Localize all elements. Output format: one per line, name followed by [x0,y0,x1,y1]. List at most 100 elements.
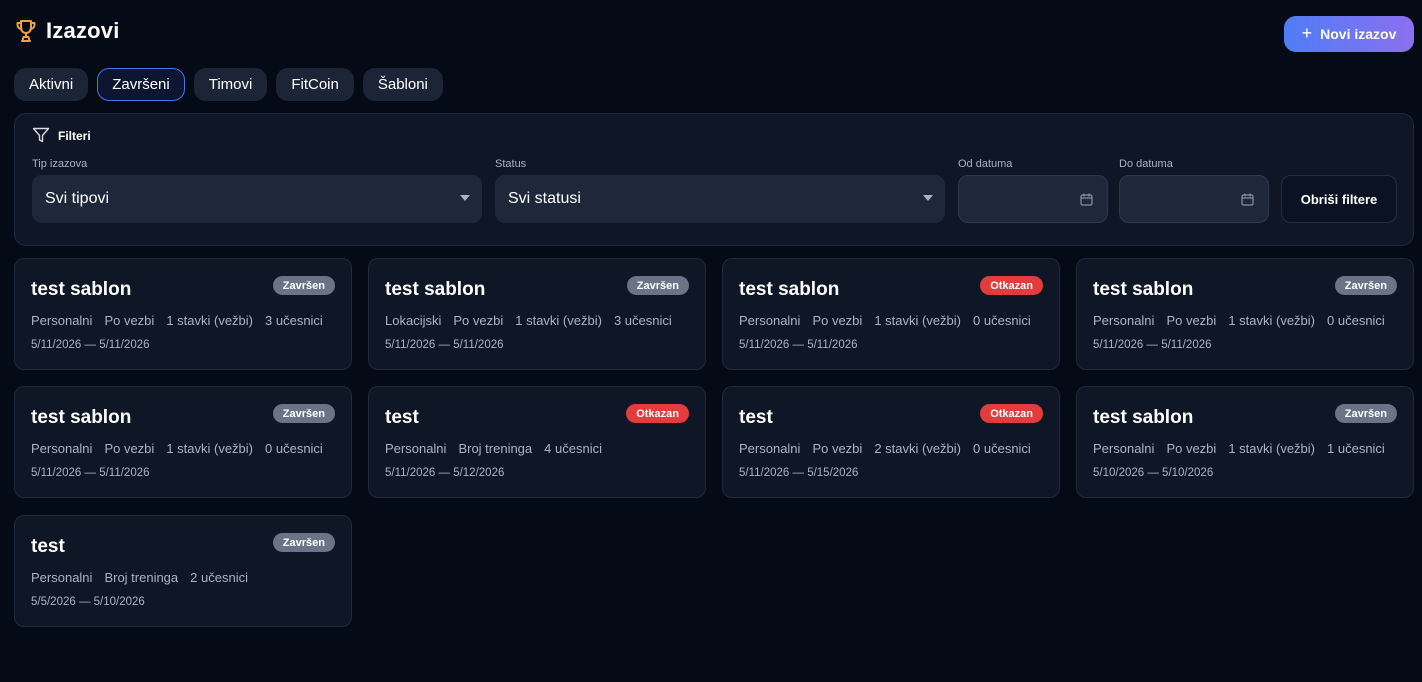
status-badge: Završen [272,533,335,552]
meta-item: 0 učesnici [973,441,1031,456]
status-badge: Završen [272,404,335,423]
card-date-range: 5/11/2026 — 5/11/2026 [1093,339,1212,351]
meta-item: 3 učesnici [265,313,323,328]
tab-sabloni[interactable]: Šabloni [362,68,443,101]
status-badge: Završen [1334,276,1397,295]
card-title: test [739,407,773,428]
card-date-range: 5/11/2026 — 5/11/2026 [31,467,150,479]
status-select-value: Svi statusi [508,190,581,207]
meta-item: 2 učesnici [190,570,248,585]
tab-aktivni[interactable]: Aktivni [14,68,89,101]
meta-item: Broj treninga [104,570,179,585]
card-meta: Personalni Po vezbi 2 stavki (vežbi) 0 učes… [739,441,1031,456]
card-date-range: 5/11/2026 — 5/11/2026 [385,339,504,351]
meta-item: 1 stavki (vežbi) [874,313,962,328]
status-select[interactable]: Svi statusi [495,175,945,223]
challenge-card[interactable]: test Završen Personalni Broj treninga 2 učes… [14,515,352,627]
trophy-icon [16,20,36,42]
meta-item: Lokacijski [385,313,442,328]
meta-item: 1 stavki (vežbi) [166,441,254,456]
filters-header: Filteri [32,127,91,144]
from-date-label: Od datuma [958,158,1013,170]
status-filter-label: Status [495,158,527,170]
meta-item: 2 stavki (vežbi) [874,441,962,456]
status-badge: Završen [1334,404,1397,423]
card-date-range: 5/11/2026 — 5/11/2026 [739,339,858,351]
meta-item: Personalni [739,441,801,456]
meta-item: Personalni [739,313,801,328]
card-title: test sablon [31,407,132,428]
filter-icon [32,127,50,143]
meta-item: 1 stavki (vežbi) [1228,441,1316,456]
meta-item: 1 stavki (vežbi) [515,313,602,328]
challenge-card[interactable]: test sablon Završen Personalni Po vezbi 1 st… [1076,258,1414,370]
card-meta: Personalni Po vezbi 1 stavki (vežbi) 1 učes… [1093,441,1385,456]
meta-item: Personalni [1093,313,1155,328]
card-meta: Personalni Broj treninga 2 učesnici [31,570,248,585]
tab-fitcoin[interactable]: FitCoin [276,68,354,101]
meta-item: 1 stavki (vežbi) [166,313,254,328]
meta-item: Po vezbi [453,313,504,328]
card-meta: Personalni Po vezbi 1 stavki (vežbi) 0 učes… [1093,313,1385,328]
status-badge: Završen [626,276,689,295]
challenges-page: Izazovi + Novi izazov Aktivni Završeni T… [0,0,1422,682]
status-badge: Otkazan [980,276,1043,295]
card-title: test sablon [739,279,840,300]
card-meta: Personalni Po vezbi 1 stavki (vežbi) 3 učes… [31,313,323,328]
card-title: test sablon [31,279,132,300]
tab-bar: Aktivni Završeni Timovi FitCoin Šabloni [14,68,443,101]
meta-item: 3 učesnici [613,313,672,328]
card-meta: Personalni Po vezbi 1 stavki (vežbi) 0 učes… [31,441,323,456]
filters-title: Filteri [58,128,91,143]
new-challenge-button[interactable]: + Novi izazov [1284,16,1414,52]
card-title: test sablon [1093,407,1194,428]
challenge-card[interactable]: test Otkazan Personalni Broj treninga 4 učes… [368,386,706,498]
status-badge: Završen [272,276,335,295]
type-filter-label: Tip izazova [32,158,88,170]
meta-item: Po vezbi [1166,441,1217,456]
meta-item: 1 učesnici [1327,441,1385,456]
card-meta: Lokacijski Po vezbi 1 stavki (vežbi) 3 učes… [385,313,672,328]
card-date-range: 5/11/2026 — 5/11/2026 [31,339,150,351]
card-title: test [31,536,65,557]
card-meta: Personalni Po vezbi 1 stavki (vežbi) 0 učes… [739,313,1031,328]
card-title: test [385,407,419,428]
meta-item: 0 učesnici [1327,313,1385,328]
meta-item: 0 učesnici [973,313,1031,328]
card-title: test sablon [1093,279,1194,300]
meta-item: Personalni [31,441,93,456]
challenge-card[interactable]: test sablon Završen Personalni Po vezbi 1 st… [14,386,352,498]
card-meta: Personalni Broj treninga 4 učesnici [385,441,602,456]
from-date-input[interactable] [958,175,1108,223]
challenge-card[interactable]: test sablon Završen Lokacijski Po vezbi 1 st… [368,258,706,370]
tab-zavrseni[interactable]: Završeni [97,68,185,101]
type-select[interactable]: Svi tipovi [32,175,482,223]
meta-item: Personalni [385,441,447,456]
meta-item: Po vezbi [104,441,155,456]
status-badge: Otkazan [980,404,1043,423]
meta-item: 1 stavki (vežbi) [1228,313,1316,328]
challenge-card[interactable]: test sablon Otkazan Personalni Po vezbi 1 st… [722,258,1060,370]
tab-timovi[interactable]: Timovi [193,68,268,101]
meta-item: Po vezbi [812,313,863,328]
meta-item: Personalni [31,313,93,328]
card-date-range: 5/11/2026 — 5/15/2026 [739,467,859,479]
meta-item: Po vezbi [1166,313,1217,328]
to-date-label: Do datuma [1119,158,1173,170]
plus-icon: + [1301,23,1313,43]
clear-filters-button[interactable]: Obriši filtere [1281,175,1397,223]
calendar-icon [1080,193,1093,206]
meta-item: Po vezbi [812,441,863,456]
challenge-card[interactable]: test sablon Završen Personalni Po vezbi 1 st… [1076,386,1414,498]
new-challenge-label: Novi izazov [1320,26,1397,42]
page-title: Izazovi [46,18,120,43]
to-date-input[interactable] [1119,175,1269,223]
filters-panel: Filteri Tip izazova Svi tipovi Status Sv… [14,113,1414,246]
meta-item: Broj treninga [458,441,533,456]
challenge-card[interactable]: test sablon Završen Personalni Po vezbi 1 st… [14,258,352,370]
calendar-icon [1241,193,1254,206]
card-date-range: 5/10/2026 — 5/10/2026 [1093,467,1214,479]
challenge-card[interactable]: test Otkazan Personalni Po vezbi 2 stavki (v… [722,386,1060,498]
card-date-range: 5/5/2026 — 5/10/2026 [31,596,145,608]
page-header: Izazovi [14,18,120,44]
